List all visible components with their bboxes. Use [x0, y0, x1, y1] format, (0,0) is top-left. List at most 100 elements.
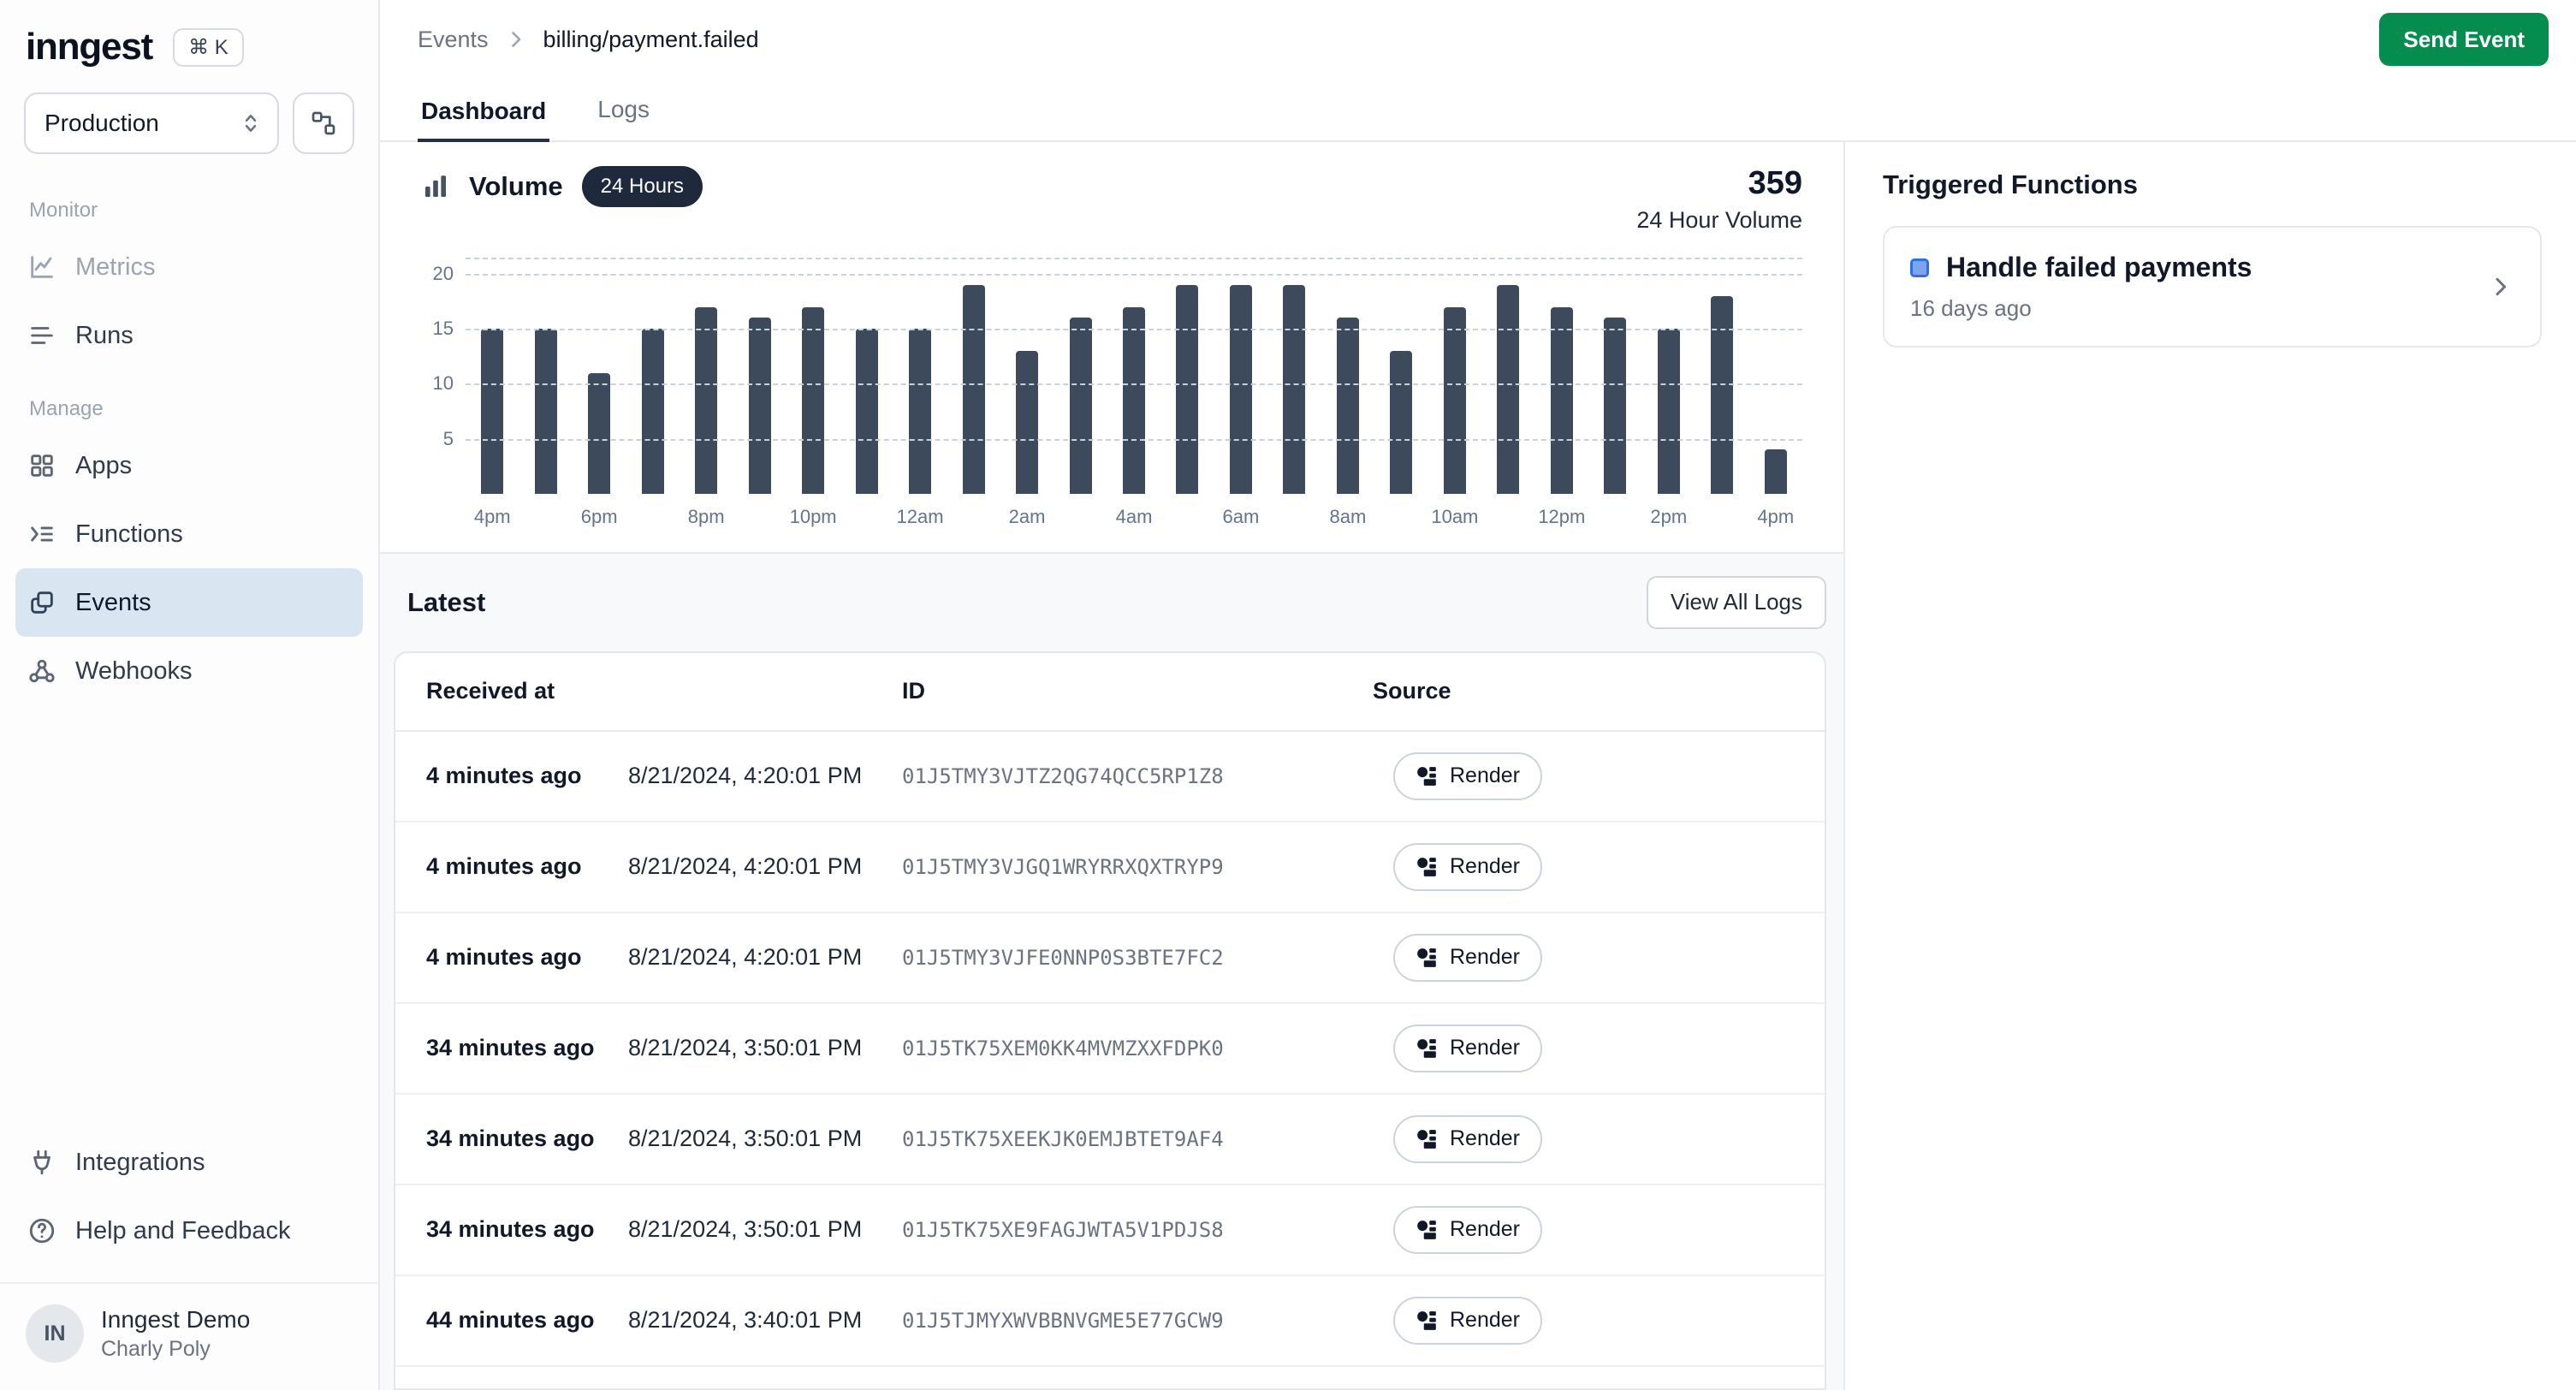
- source-badge[interactable]: Render: [1393, 843, 1542, 891]
- user-name: Inngest Demo: [101, 1306, 250, 1334]
- functions-icon: [27, 520, 56, 549]
- sidebar-item-label: Help and Feedback: [75, 1217, 291, 1245]
- source-badge[interactable]: Render: [1393, 752, 1542, 800]
- sidebar: inngest ⌘ K Production Monitor Metrics R…: [0, 0, 380, 1390]
- sidebar-item-label: Functions: [75, 520, 183, 549]
- chart-gridline: [466, 383, 1802, 385]
- y-tick-label: 10: [433, 372, 454, 395]
- x-tick-label: [840, 506, 893, 528]
- chart-bar[interactable]: [856, 329, 878, 494]
- table-row[interactable]: 4 minutes ago 8/21/2024, 4:20:01 PM 01J5…: [395, 823, 1825, 913]
- chart-bar[interactable]: [1176, 285, 1198, 494]
- time-range-pill[interactable]: 24 Hours: [582, 166, 703, 207]
- table-row[interactable]: 44 minutes ago 8/21/2024, 3:40:01 PM 01J…: [395, 1276, 1825, 1367]
- breadcrumb: Events billing/payment.failed: [418, 27, 759, 53]
- chart-bar[interactable]: [749, 318, 771, 493]
- x-tick-label: 10am: [1428, 506, 1481, 528]
- sidebar-item-label: Metrics: [75, 253, 155, 282]
- chart-bar[interactable]: [535, 329, 557, 494]
- tab-logs[interactable]: Logs: [594, 96, 653, 140]
- chart-bars: [466, 258, 1802, 494]
- chart-bar[interactable]: [963, 285, 985, 494]
- breadcrumb-events[interactable]: Events: [418, 27, 489, 53]
- environment-select[interactable]: Production: [24, 92, 279, 154]
- chart-bar[interactable]: [1123, 307, 1145, 494]
- column-header-id: ID: [902, 678, 1373, 704]
- environment-settings-button[interactable]: [293, 92, 354, 154]
- chart-bar[interactable]: [1230, 285, 1252, 494]
- chart-bar[interactable]: [1765, 449, 1787, 493]
- table-row[interactable]: 4 minutes ago 8/21/2024, 4:20:01 PM 01J5…: [395, 732, 1825, 823]
- source-badge[interactable]: Render: [1393, 1206, 1542, 1254]
- x-tick-label: [626, 506, 679, 528]
- chart-bar[interactable]: [1337, 318, 1359, 493]
- chart-bar[interactable]: [588, 373, 610, 494]
- received-relative: 34 minutes ago: [426, 1126, 628, 1152]
- chart-bar[interactable]: [642, 329, 664, 494]
- chart-bar[interactable]: [1551, 307, 1573, 494]
- chart-gridline: [466, 439, 1802, 441]
- chart-bar[interactable]: [1070, 318, 1092, 493]
- render-logo-icon: [1416, 856, 1438, 878]
- command-k-shortcut[interactable]: ⌘ K: [173, 28, 244, 67]
- source-badge[interactable]: Render: [1393, 934, 1542, 982]
- render-logo-icon: [1416, 947, 1438, 969]
- send-event-button[interactable]: Send Event: [2379, 13, 2549, 66]
- sidebar-item-events[interactable]: Events: [15, 568, 363, 637]
- table-row[interactable]: 34 minutes ago 8/21/2024, 3:50:01 PM 01J…: [395, 1004, 1825, 1095]
- chart-bar[interactable]: [1016, 351, 1038, 494]
- event-id: 01J5TK75XEEKJK0EMJBTET9AF4: [902, 1127, 1373, 1151]
- table-row[interactable]: 4 minutes ago 8/21/2024, 4:20:01 PM 01J5…: [395, 913, 1825, 1004]
- sidebar-item-runs[interactable]: Runs: [15, 301, 363, 370]
- chart-bar[interactable]: [1658, 329, 1680, 494]
- source-badge[interactable]: Render: [1393, 1025, 1542, 1072]
- function-card[interactable]: Handle failed payments 16 days ago: [1883, 226, 2542, 348]
- chart-gridline: [466, 274, 1802, 276]
- runs-icon: [27, 321, 56, 350]
- x-tick-label: [1054, 506, 1107, 528]
- chart-bar[interactable]: [1604, 318, 1626, 493]
- chart-bar[interactable]: [481, 329, 503, 494]
- view-all-logs-button[interactable]: View All Logs: [1647, 576, 1826, 629]
- x-tick-label: [947, 506, 1000, 528]
- source-badge[interactable]: Render: [1393, 1115, 1542, 1163]
- topbar: Events billing/payment.failed Send Event: [380, 0, 2576, 79]
- chart-bar[interactable]: [802, 307, 824, 494]
- source-label: Render: [1450, 1036, 1520, 1060]
- source-badge[interactable]: Render: [1393, 1297, 1542, 1345]
- table-row[interactable]: 34 minutes ago 8/21/2024, 3:50:01 PM 01J…: [395, 1185, 1825, 1276]
- sidebar-item-help-and-feedback[interactable]: Help and Feedback: [15, 1197, 363, 1265]
- y-tick-label: 15: [433, 318, 454, 340]
- x-tick-label: [1481, 506, 1534, 528]
- received-timestamp: 8/21/2024, 3:40:01 PM: [628, 1307, 902, 1334]
- chart-bar[interactable]: [1711, 296, 1733, 494]
- events-icon: [27, 588, 56, 617]
- received-timestamp: 8/21/2024, 3:50:01 PM: [628, 1126, 902, 1152]
- chart-bar[interactable]: [1390, 351, 1412, 494]
- sidebar-item-integrations[interactable]: Integrations: [15, 1128, 363, 1197]
- tab-dashboard[interactable]: Dashboard: [418, 98, 549, 142]
- sidebar-item-webhooks[interactable]: Webhooks: [15, 637, 363, 705]
- sidebar-item-functions[interactable]: Functions: [15, 500, 363, 568]
- chart-bar[interactable]: [1283, 285, 1305, 494]
- x-tick-label: 10pm: [786, 506, 840, 528]
- x-tick-label: 2am: [1000, 506, 1054, 528]
- triggered-functions-title: Triggered Functions: [1883, 169, 2542, 200]
- user-menu[interactable]: IN Inngest Demo Charly Poly: [0, 1282, 378, 1390]
- chart-bar[interactable]: [1497, 285, 1519, 494]
- tab-bar: Dashboard Logs: [380, 79, 2576, 142]
- table-row[interactable]: 34 minutes ago 8/21/2024, 3:50:01 PM 01J…: [395, 1095, 1825, 1185]
- source-label: Render: [1450, 763, 1520, 788]
- chart-bar[interactable]: [909, 329, 931, 494]
- x-tick-label: 6am: [1214, 506, 1267, 528]
- environment-row: Production: [0, 86, 378, 171]
- sidebar-item-apps[interactable]: Apps: [15, 431, 363, 500]
- sidebar-item-label: Webhooks: [75, 657, 193, 686]
- chart-gridline: [466, 329, 1802, 330]
- x-tick-label: [1588, 506, 1641, 528]
- received-timestamp: 8/21/2024, 4:20:01 PM: [628, 763, 902, 789]
- sidebar-item-metrics[interactable]: Metrics: [15, 233, 363, 301]
- x-tick-label: 6pm: [573, 506, 626, 528]
- chart-bar[interactable]: [695, 307, 717, 494]
- chart-bar[interactable]: [1444, 307, 1466, 494]
